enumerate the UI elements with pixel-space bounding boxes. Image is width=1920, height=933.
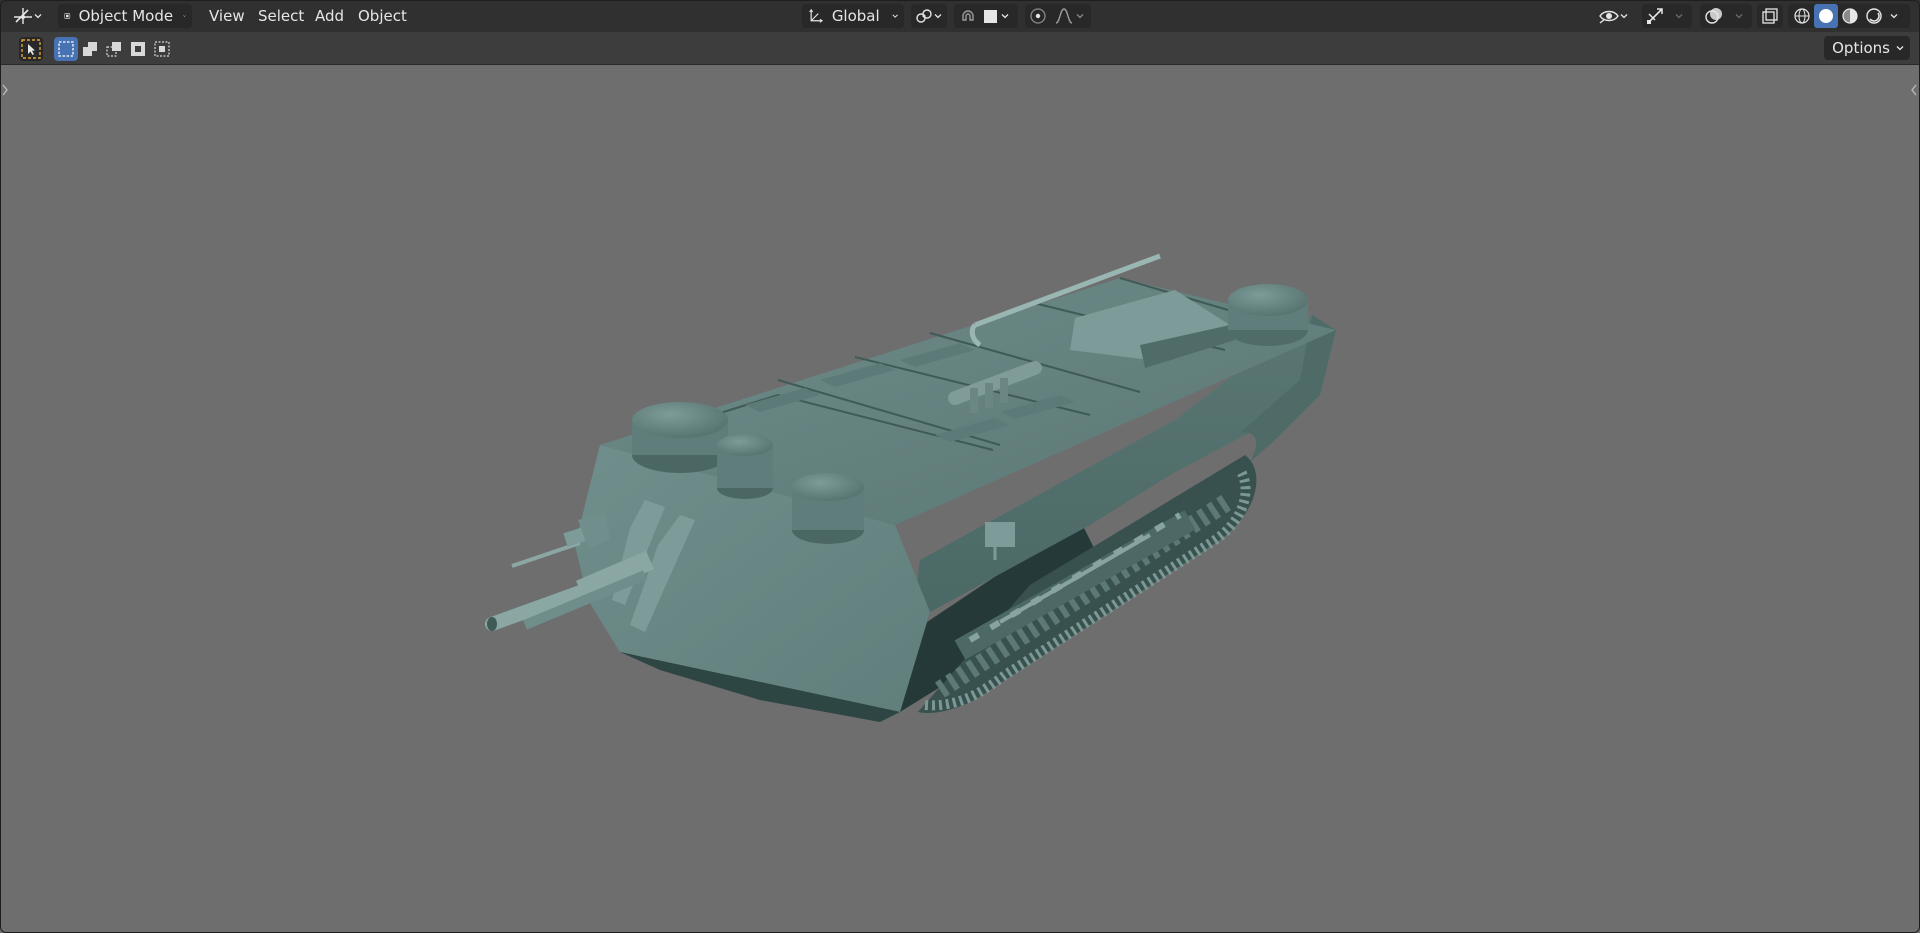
chevron-down-icon bbox=[1001, 14, 1009, 19]
chevron-down-icon[interactable] bbox=[1675, 12, 1683, 20]
select-box-tool-icon bbox=[21, 39, 41, 59]
overlays-group bbox=[1700, 4, 1752, 28]
shading-rendered-button[interactable] bbox=[1862, 4, 1886, 28]
menu-add[interactable]: Add bbox=[311, 4, 348, 28]
proportional-edit-toggle[interactable] bbox=[1028, 6, 1048, 26]
orientation-label: Global bbox=[831, 7, 880, 25]
falloff-dropdown[interactable] bbox=[1054, 6, 1084, 26]
select-invert-icon bbox=[131, 42, 145, 56]
chevron-down-icon[interactable] bbox=[1890, 12, 1898, 20]
snap-target-dropdown[interactable] bbox=[984, 9, 1009, 23]
select-extend-icon bbox=[83, 42, 97, 56]
falloff-curve-icon bbox=[1055, 8, 1073, 24]
rendered-sphere-icon bbox=[1866, 8, 1882, 24]
snap-group bbox=[954, 4, 1018, 28]
proportional-edit-group bbox=[1025, 4, 1091, 28]
tool-settings-bar: Options bbox=[0, 32, 1920, 65]
shading-solid-button[interactable] bbox=[1814, 4, 1838, 28]
mode-invert-button[interactable] bbox=[126, 37, 150, 61]
eye-icon bbox=[1599, 10, 1619, 24]
mode-dropdown[interactable]: Object Mode bbox=[58, 4, 192, 28]
material-sphere-icon bbox=[1842, 8, 1858, 24]
active-tool-button[interactable] bbox=[19, 37, 43, 61]
xray-icon bbox=[1762, 8, 1778, 24]
chevron-down-icon bbox=[183, 15, 186, 17]
overlays-toggle[interactable] bbox=[1703, 6, 1725, 26]
transform-orientation-dropdown[interactable]: Global bbox=[802, 4, 904, 28]
solid-sphere-icon bbox=[1819, 9, 1833, 23]
object-transform-icon bbox=[14, 8, 32, 24]
options-label: Options bbox=[1832, 39, 1890, 57]
snap-toggle[interactable] bbox=[958, 6, 978, 26]
chevron-down-icon bbox=[1076, 14, 1084, 19]
chevron-down-icon[interactable] bbox=[1735, 12, 1743, 20]
gizmo-toggle[interactable] bbox=[1645, 6, 1667, 26]
square-icon bbox=[984, 9, 997, 23]
object-mode-icon bbox=[64, 13, 71, 19]
overlay-icon bbox=[1705, 8, 1722, 24]
transform-orientation-icon bbox=[809, 8, 824, 23]
mode-intersect-button[interactable] bbox=[150, 37, 174, 61]
chevron-down-icon bbox=[1620, 14, 1628, 19]
select-subtract-icon bbox=[106, 42, 121, 57]
select-intersect-icon bbox=[154, 41, 170, 57]
blender-window: Object Mode View Select Add Object Globa… bbox=[0, 0, 1920, 933]
shading-wireframe-button[interactable] bbox=[1790, 4, 1814, 28]
wireframe-sphere-icon bbox=[1794, 8, 1810, 24]
mode-set-new-button[interactable] bbox=[54, 37, 78, 61]
mode-extend-button[interactable] bbox=[78, 37, 102, 61]
gizmo-icon bbox=[1647, 8, 1663, 24]
3d-viewport[interactable] bbox=[0, 65, 1920, 933]
chevron-down-icon bbox=[34, 14, 42, 19]
editor-type-dropdown[interactable] bbox=[12, 4, 48, 28]
proportional-edit-icon bbox=[1030, 8, 1046, 24]
selectability-visibility-dropdown[interactable] bbox=[1598, 4, 1634, 28]
menu-view[interactable]: View bbox=[205, 4, 249, 28]
chevron-down-icon bbox=[934, 14, 942, 19]
pivot-point-dropdown[interactable] bbox=[911, 4, 947, 28]
side-box bbox=[985, 522, 1015, 547]
mode-subtract-button[interactable] bbox=[102, 37, 126, 61]
shading-material-button[interactable] bbox=[1838, 4, 1862, 28]
options-dropdown[interactable]: Options bbox=[1824, 36, 1910, 60]
rear-cupola bbox=[1228, 284, 1308, 346]
viewport-header: Object Mode View Select Add Object Globa… bbox=[0, 0, 1920, 32]
tank-model[interactable] bbox=[0, 65, 1920, 933]
chevron-down-icon bbox=[892, 14, 898, 18]
shading-group bbox=[1788, 4, 1910, 28]
mode-label: Object Mode bbox=[78, 7, 174, 25]
chevron-down-icon bbox=[1896, 46, 1904, 51]
menu-object[interactable]: Object bbox=[354, 4, 411, 28]
snap-magnet-icon bbox=[962, 10, 974, 21]
select-new-icon bbox=[58, 41, 74, 57]
menu-select[interactable]: Select bbox=[254, 4, 308, 28]
pivot-point-icon bbox=[916, 9, 932, 23]
xray-toggle[interactable] bbox=[1757, 4, 1783, 28]
gizmo-group bbox=[1642, 4, 1692, 28]
